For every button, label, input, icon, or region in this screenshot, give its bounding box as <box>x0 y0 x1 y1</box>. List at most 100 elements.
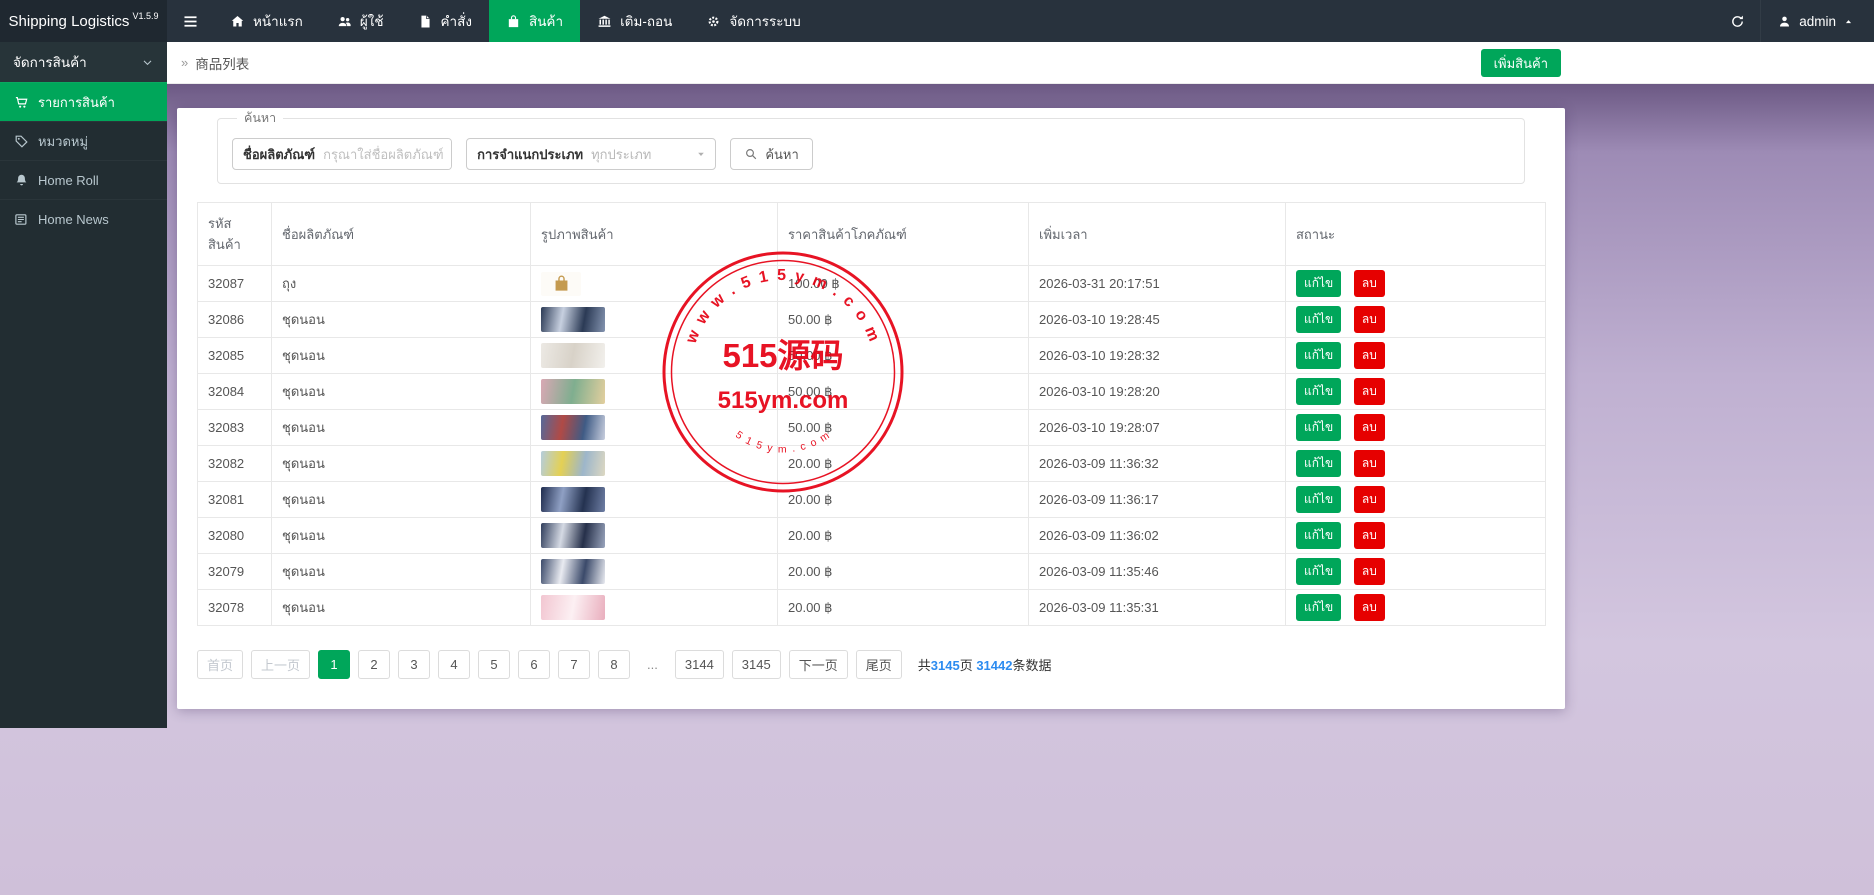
edit-button[interactable]: แก้ไข <box>1296 306 1341 333</box>
pagination-button[interactable]: 6 <box>518 650 550 679</box>
sidebar-item[interactable]: หมวดหมู่ <box>0 121 167 160</box>
edit-button[interactable]: แก้ไข <box>1296 414 1341 441</box>
pagination-button[interactable]: 5 <box>478 650 510 679</box>
user-menu[interactable]: admin <box>1760 0 1874 42</box>
pagination-button[interactable]: 3 <box>398 650 430 679</box>
topbar-nav-item[interactable]: เติม-ถอน <box>580 0 689 42</box>
pagination-button[interactable]: 下一页 <box>789 650 848 679</box>
category-field-group[interactable]: การจำแนกประเภท ทุกประเภท <box>466 138 716 170</box>
sidebar-item[interactable]: Home Roll <box>0 160 167 199</box>
edit-button[interactable]: แก้ไข <box>1296 450 1341 477</box>
product-image-cell <box>531 374 778 410</box>
summary-pages-unit: 页 <box>960 658 973 673</box>
product-thumbnail[interactable] <box>541 379 605 404</box>
pagination-button[interactable]: 尾页 <box>856 650 902 679</box>
sidebar-item[interactable]: รายการสินค้า <box>0 82 167 121</box>
product-thumbnail[interactable] <box>541 451 605 476</box>
delete-button[interactable]: ลบ <box>1354 522 1385 549</box>
nav-item-label: ผู้ใช้ <box>360 10 384 32</box>
product-thumbnail[interactable] <box>541 595 605 620</box>
edit-button[interactable]: แก้ไข <box>1296 270 1341 297</box>
product-image-cell <box>531 554 778 590</box>
search-button[interactable]: ค้นหา <box>730 138 812 170</box>
delete-button[interactable]: ลบ <box>1354 594 1385 621</box>
product-id-cell: 32078 <box>198 590 272 626</box>
product-price-cell: 20.00 ฿ <box>778 554 1029 590</box>
home-icon <box>230 14 245 29</box>
edit-button[interactable]: แก้ไข <box>1296 594 1341 621</box>
edit-button[interactable]: แก้ไข <box>1296 486 1341 513</box>
product-time-cell: 2026-03-09 11:35:46 <box>1029 554 1286 590</box>
column-header-name: ชื่อผลิตภัณฑ์ <box>272 203 531 266</box>
topbar-right: admin <box>1714 0 1874 42</box>
bag-icon <box>552 274 571 293</box>
product-thumbnail[interactable] <box>541 487 605 512</box>
topbar-nav-item[interactable]: จัดการระบบ <box>689 0 817 42</box>
edit-button[interactable]: แก้ไข <box>1296 378 1341 405</box>
add-product-button[interactable]: เพิ่มสินค้า <box>1481 49 1561 77</box>
product-name-cell: ชุดนอน <box>272 446 531 482</box>
delete-button[interactable]: ลบ <box>1354 378 1385 405</box>
sidebar-section-products[interactable]: จัดการสินค้า <box>0 42 167 82</box>
pagination-summary: 共3145页 31442条数据 <box>918 655 1052 674</box>
product-time-cell: 2026-03-09 11:36:32 <box>1029 446 1286 482</box>
app-brand[interactable]: Shipping Logistics V1.5.9 <box>0 0 167 42</box>
topbar-nav-item[interactable]: สินค้า <box>489 0 580 42</box>
delete-button[interactable]: ลบ <box>1354 450 1385 477</box>
table-row: 32085 ชุดนอน 50.00 ฿ 2026-03-10 19:28:32… <box>198 338 1546 374</box>
product-thumbnail[interactable] <box>541 415 605 440</box>
pagination-button[interactable]: 4 <box>438 650 470 679</box>
caret-up-icon <box>1843 16 1854 27</box>
product-image-cell <box>531 410 778 446</box>
users-icon <box>337 14 352 29</box>
sidebar-item-label: Home News <box>38 212 109 227</box>
sidebar-toggle-button[interactable] <box>167 0 213 42</box>
topbar-nav-item[interactable]: หน้าแรก <box>213 0 320 42</box>
delete-button[interactable]: ลบ <box>1354 342 1385 369</box>
summary-prefix: 共 <box>918 658 931 673</box>
product-id-cell: 32086 <box>198 302 272 338</box>
pagination-button[interactable]: 3144 <box>675 650 724 679</box>
person-icon <box>1777 14 1792 29</box>
product-time-cell: 2026-03-10 19:28:20 <box>1029 374 1286 410</box>
edit-button[interactable]: แก้ไข <box>1296 522 1341 549</box>
product-thumbnail[interactable] <box>541 343 605 368</box>
product-thumbnail[interactable] <box>541 307 605 332</box>
refresh-button[interactable] <box>1714 0 1760 42</box>
bag-icon <box>506 14 521 29</box>
topbar-nav-item[interactable]: ผู้ใช้ <box>320 0 401 42</box>
topbar-nav-item[interactable]: คำสั่ง <box>401 0 489 42</box>
edit-button[interactable]: แก้ไข <box>1296 558 1341 585</box>
table-row: 32083 ชุดนอน 50.00 ฿ 2026-03-10 19:28:07… <box>198 410 1546 446</box>
product-time-cell: 2026-03-31 20:17:51 <box>1029 266 1286 302</box>
product-thumbnail[interactable] <box>541 523 605 548</box>
pagination-button[interactable]: 1 <box>318 650 350 679</box>
product-list-card: ค้นหา ชื่อผลิตภัณฑ์ การจำแนกประเภท ทุกปร… <box>177 108 1565 709</box>
pagination-button[interactable]: 8 <box>598 650 630 679</box>
delete-button[interactable]: ลบ <box>1354 486 1385 513</box>
delete-button[interactable]: ลบ <box>1354 558 1385 585</box>
pagination-button[interactable]: 7 <box>558 650 590 679</box>
product-name-cell: ชุดนอน <box>272 410 531 446</box>
product-price-cell: 20.00 ฿ <box>778 446 1029 482</box>
sidebar-item[interactable]: Home News <box>0 199 167 238</box>
product-name-input[interactable] <box>323 139 451 169</box>
search-panel-title: ค้นหา <box>237 108 283 128</box>
category-label: การจำแนกประเภท <box>467 144 591 165</box>
news-icon <box>14 212 29 227</box>
cart-icon <box>14 95 29 110</box>
product-id-cell: 32082 <box>198 446 272 482</box>
pagination-button[interactable]: 2 <box>358 650 390 679</box>
product-thumbnail[interactable] <box>541 559 605 584</box>
category-select[interactable]: ทุกประเภท <box>591 144 695 165</box>
product-status-cell: แก้ไข ลบ <box>1286 482 1546 518</box>
product-table: รหัสสินค้า ชื่อผลิตภัณฑ์ รูปภาพสินค้า รา… <box>197 202 1546 626</box>
product-time-cell: 2026-03-09 11:36:17 <box>1029 482 1286 518</box>
delete-button[interactable]: ลบ <box>1354 270 1385 297</box>
delete-button[interactable]: ลบ <box>1354 306 1385 333</box>
pagination-button[interactable]: 3145 <box>732 650 781 679</box>
product-thumbnail[interactable] <box>541 272 581 296</box>
edit-button[interactable]: แก้ไข <box>1296 342 1341 369</box>
delete-button[interactable]: ลบ <box>1354 414 1385 441</box>
sidebar-section-label: จัดการสินค้า <box>13 51 87 73</box>
